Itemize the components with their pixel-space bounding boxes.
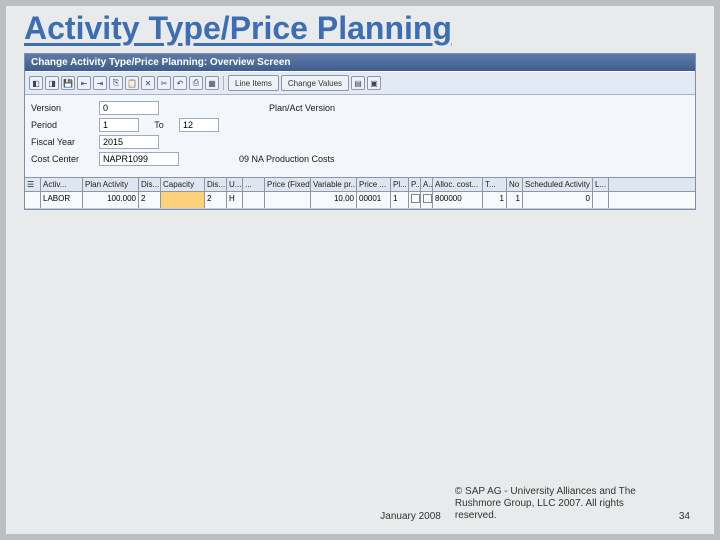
activity-grid: ☰ Activ... Plan Activity Dis... Capacity… [25, 177, 695, 209]
col-uom[interactable]: U... [227, 178, 243, 191]
col-blank[interactable]: ... [243, 178, 265, 191]
cell-blank[interactable] [243, 192, 265, 208]
next-icon[interactable]: ⇥ [93, 76, 107, 90]
cell-actv[interactable]: LABOR [41, 192, 83, 208]
col-p[interactable]: P... [409, 178, 421, 191]
period-from-input[interactable] [99, 118, 139, 132]
select-all-icon[interactable]: ▦ [205, 76, 219, 90]
cell-dist1[interactable]: 2 [139, 192, 161, 208]
cut-icon[interactable]: ✂ [157, 76, 171, 90]
window-titlebar: Change Activity Type/Price Planning: Ove… [25, 54, 695, 71]
col-dist1[interactable]: Dis... [139, 178, 161, 191]
col-alloc[interactable]: Alloc. cost... [433, 178, 483, 191]
cell-p[interactable] [409, 192, 421, 208]
col-status[interactable]: ☰ [25, 178, 41, 191]
cell-dist2[interactable]: 2 [205, 192, 227, 208]
col-dist2[interactable]: Dis... [205, 178, 227, 191]
grid-header: ☰ Activ... Plan Activity Dis... Capacity… [25, 178, 695, 192]
period-to-label: To [139, 120, 179, 130]
cost-center-desc: 09 NA Production Costs [239, 154, 335, 164]
col-l[interactable]: L... [593, 178, 609, 191]
footer: January 2008 © SAP AG - University Allia… [6, 486, 714, 522]
cell-a[interactable] [421, 192, 433, 208]
paste-icon[interactable]: 📋 [125, 76, 139, 90]
fiscal-year-label: Fiscal Year [31, 137, 99, 147]
cell-capacity[interactable] [161, 192, 205, 208]
delete-icon[interactable]: ✕ [141, 76, 155, 90]
col-a[interactable]: A... [421, 178, 433, 191]
col-price-unit[interactable]: Price ... [357, 178, 391, 191]
print-icon[interactable]: ⎙ [189, 76, 203, 90]
save-icon[interactable]: 💾 [61, 76, 75, 90]
footer-copyright: © SAP AG - University Alliances and The … [455, 486, 665, 522]
footer-page: 34 [679, 511, 690, 522]
cell-no[interactable]: 1 [507, 192, 523, 208]
col-var-price[interactable]: Variable pr... [311, 178, 357, 191]
copy-icon[interactable]: ⎘ [109, 76, 123, 90]
a-checkbox[interactable] [423, 194, 432, 203]
version-input[interactable] [99, 101, 159, 115]
spreadsheet-icon[interactable]: ▤ [351, 76, 365, 90]
version-label: Version [31, 103, 99, 113]
previous-icon[interactable]: ⇤ [77, 76, 91, 90]
cell-eq[interactable]: 1 [483, 192, 507, 208]
sap-window: Change Activity Type/Price Planning: Ove… [24, 53, 696, 210]
col-eq[interactable]: No [507, 178, 523, 191]
period-label: Period [31, 120, 99, 130]
fiscal-year-input[interactable] [99, 135, 159, 149]
undo-icon[interactable]: ↶ [173, 76, 187, 90]
p-checkbox[interactable] [411, 194, 420, 203]
cell-plan-activity[interactable]: 100.000 [83, 192, 139, 208]
cell-l[interactable] [593, 192, 609, 208]
cell-alloc[interactable]: 800000 [433, 192, 483, 208]
row-status[interactable] [25, 192, 41, 208]
col-plan-activity[interactable]: Plan Activity [83, 178, 139, 191]
cell-var-price[interactable]: 10.00 [311, 192, 357, 208]
change-values-button[interactable]: Change Values [281, 75, 349, 91]
cost-center-label: Cost Center [31, 154, 99, 164]
cell-price-unit[interactable]: 00001 [357, 192, 391, 208]
cost-center-input[interactable] [99, 152, 179, 166]
cell-sched[interactable]: 0 [523, 192, 593, 208]
overview-icon[interactable]: ◧ [29, 76, 43, 90]
period-screen-icon[interactable]: ◨ [45, 76, 59, 90]
line-items-button[interactable]: Line Items [228, 75, 279, 91]
col-capacity[interactable]: Capacity [161, 178, 205, 191]
col-sched[interactable]: Scheduled Activity [523, 178, 593, 191]
footer-date: January 2008 [380, 511, 441, 522]
separator [223, 76, 224, 90]
col-pl[interactable]: Pl... [391, 178, 409, 191]
table-row: LABOR 100.000 2 2 H 10.00 00001 1 800000… [25, 192, 695, 209]
more-icon[interactable]: ▣ [367, 76, 381, 90]
cell-pl[interactable]: 1 [391, 192, 409, 208]
cell-uom[interactable]: H [227, 192, 243, 208]
period-to-input[interactable] [179, 118, 219, 132]
cell-price-fixed[interactable] [265, 192, 311, 208]
col-price-fixed[interactable]: Price (Fixed) [265, 178, 311, 191]
toolbar: ◧ ◨ 💾 ⇤ ⇥ ⎘ 📋 ✕ ✂ ↶ ⎙ ▦ Line Items Chang… [25, 71, 695, 95]
selection-fields: Version Plan/Act Version Period To Fisca… [25, 95, 695, 177]
col-actv[interactable]: Activ... [41, 178, 83, 191]
page-title: Activity Type/Price Planning [24, 10, 696, 47]
planact-label: Plan/Act Version [269, 103, 335, 113]
capacity-input[interactable] [163, 194, 202, 206]
col-t[interactable]: T... [483, 178, 507, 191]
